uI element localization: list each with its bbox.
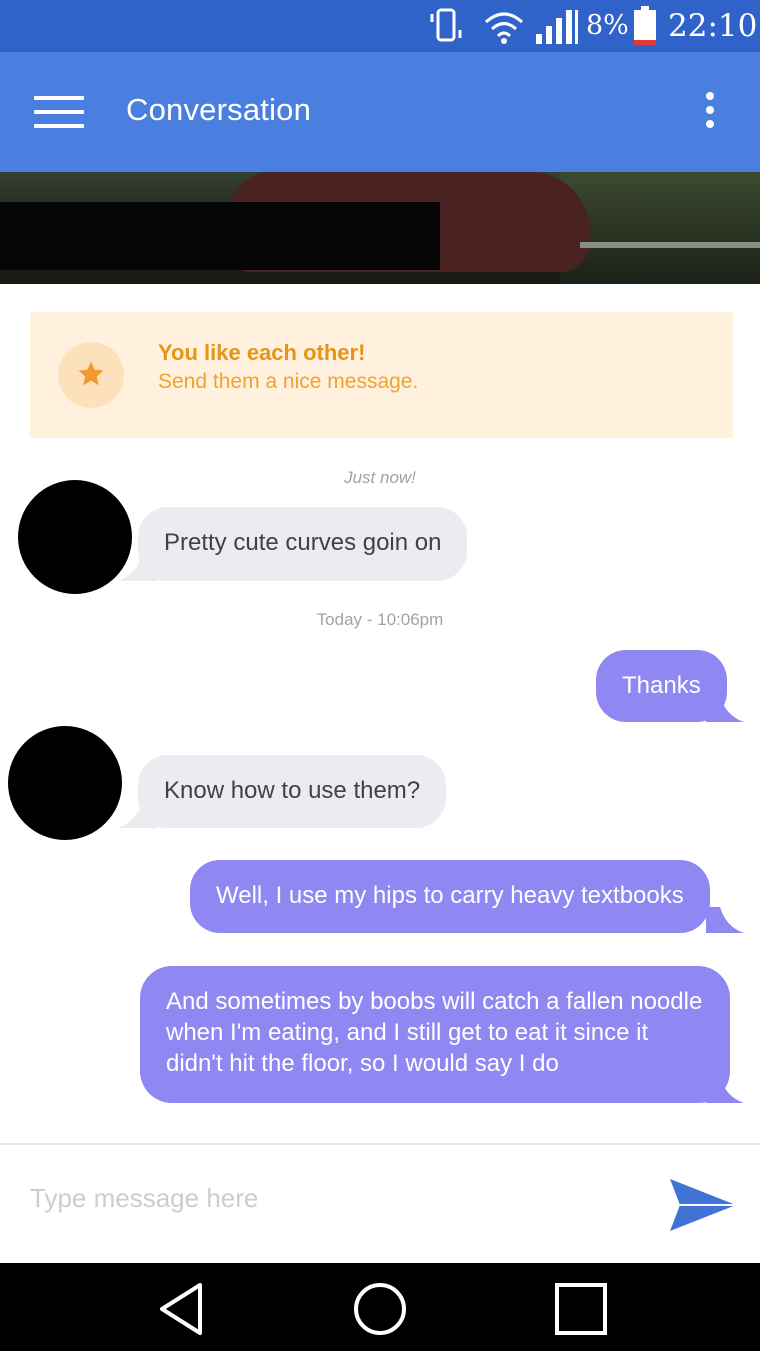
outgoing-message: Well, I use my hips to carry heavy textb…	[190, 860, 710, 933]
incoming-message: Know how to use them?	[138, 755, 447, 828]
avatar[interactable]	[8, 726, 122, 840]
battery-low-icon	[634, 6, 656, 45]
wifi-icon	[485, 12, 523, 44]
profile-banner-photo[interactable]	[0, 172, 760, 284]
home-icon[interactable]	[352, 1281, 408, 1337]
avatar[interactable]	[18, 480, 132, 594]
star-icon	[78, 361, 104, 386]
match-notice-card: You like each other! Send them a nice me…	[30, 312, 733, 438]
match-title: You like each other!	[158, 340, 366, 365]
page-title: Conversation	[126, 92, 312, 127]
incoming-message: Pretty cute curves goin on	[138, 507, 468, 581]
outgoing-message: And sometimes by boobs will catch a fall…	[140, 966, 730, 1103]
send-icon[interactable]	[666, 1173, 738, 1237]
message-composer	[0, 1145, 760, 1263]
recents-icon[interactable]	[554, 1283, 608, 1335]
vibrate-icon	[430, 8, 462, 42]
message-input[interactable]	[28, 1175, 642, 1221]
more-vertical-icon[interactable]	[700, 92, 720, 136]
outgoing-message: Thanks	[596, 650, 727, 722]
clock: 22:10	[668, 8, 758, 44]
hamburger-menu-icon[interactable]	[34, 96, 84, 132]
status-bar: 8% 22:10	[0, 0, 760, 52]
bubble-tail	[706, 907, 744, 933]
app-bar: Conversation	[0, 52, 760, 172]
signal-icon	[536, 10, 578, 44]
system-nav-bar	[0, 1263, 760, 1351]
message-timestamp: Today - 10:06pm	[316, 610, 444, 629]
star-badge	[58, 342, 124, 408]
match-subtitle: Send them a nice message.	[158, 370, 419, 393]
battery-percent: 8%	[586, 10, 629, 41]
message-timestamp: Just now!	[344, 468, 416, 487]
back-icon[interactable]	[156, 1281, 208, 1337]
